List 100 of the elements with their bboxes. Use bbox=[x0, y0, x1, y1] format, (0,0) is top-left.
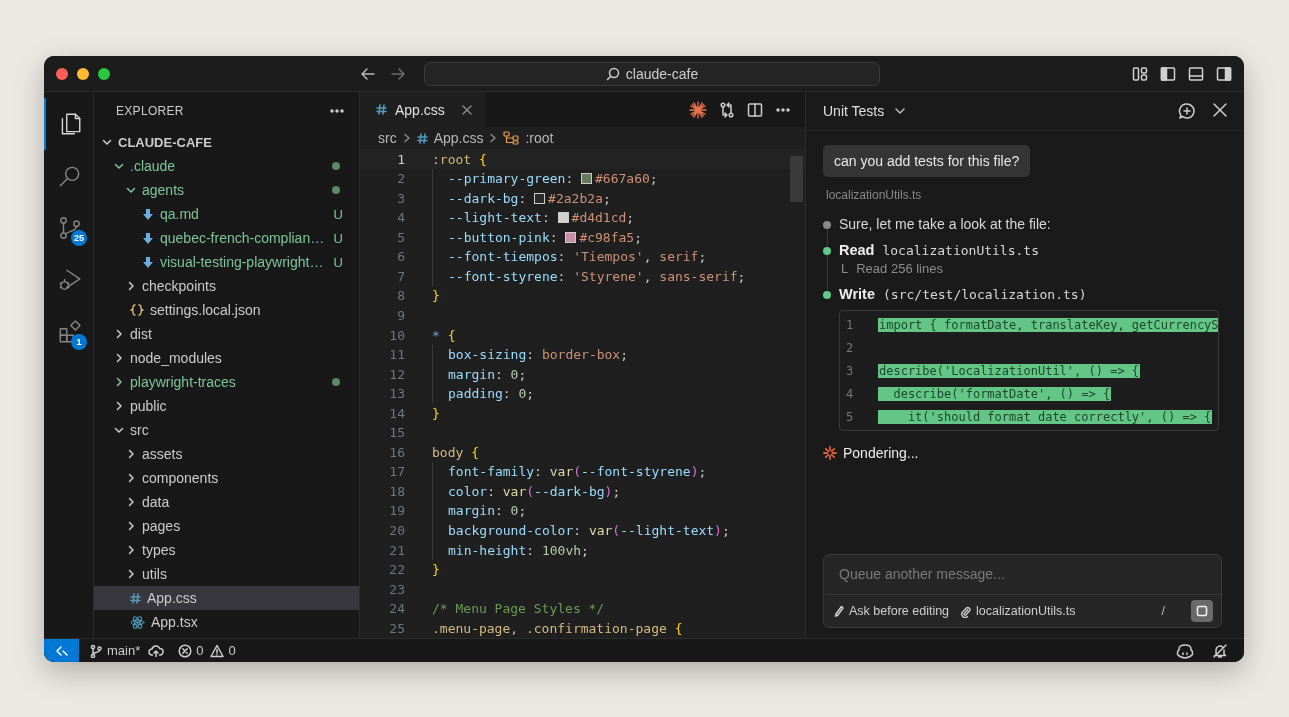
command-center-search[interactable]: claude-cafe bbox=[424, 61, 880, 86]
tree-item[interactable]: .claude bbox=[94, 154, 359, 178]
chevron-icon bbox=[489, 133, 498, 144]
chevron-icon[interactable] bbox=[126, 569, 136, 579]
starburst-icon[interactable] bbox=[689, 100, 707, 119]
chevron-icon[interactable] bbox=[102, 137, 112, 147]
scrollbar-thumb[interactable] bbox=[790, 156, 803, 202]
bell-slash-icon[interactable] bbox=[1212, 642, 1228, 659]
tree-item[interactable]: checkpoints bbox=[94, 274, 359, 298]
sidebar-left-icon[interactable] bbox=[1160, 65, 1176, 82]
tree-item[interactable]: qa.md U bbox=[94, 202, 359, 226]
line-number: 4 bbox=[845, 386, 855, 401]
sidebar-right-icon[interactable] bbox=[1216, 65, 1232, 82]
search-icon bbox=[605, 66, 620, 81]
tree-item[interactable]: utils bbox=[94, 562, 359, 586]
line-number: 8 bbox=[396, 288, 405, 304]
chevron-icon[interactable] bbox=[126, 473, 136, 483]
command-hint[interactable]: / bbox=[1161, 604, 1165, 618]
tree-item[interactable]: playwright-traces bbox=[94, 370, 359, 394]
tree-item[interactable]: agents bbox=[94, 178, 359, 202]
status-text: Pondering... bbox=[843, 445, 919, 461]
chevron-icon[interactable] bbox=[114, 161, 124, 171]
chevron-icon[interactable] bbox=[114, 401, 124, 411]
message-composer[interactable]: Queue another message... Ask before editing localizationUtils.ts / bbox=[823, 554, 1222, 628]
tree-item[interactable]: pages bbox=[94, 514, 359, 538]
code-line: min-height: 100vh; bbox=[448, 542, 589, 558]
chat-title[interactable]: Unit Tests bbox=[823, 103, 885, 119]
close-icon[interactable] bbox=[460, 103, 473, 116]
back-arrow-icon[interactable] bbox=[360, 65, 376, 82]
window-minimize-button[interactable] bbox=[77, 67, 89, 80]
tree-item[interactable]: assets bbox=[94, 442, 359, 466]
line-number: 13 bbox=[388, 386, 405, 402]
panel-bottom-icon[interactable] bbox=[1188, 65, 1204, 82]
stop-button[interactable] bbox=[1191, 600, 1213, 622]
forward-arrow-icon[interactable] bbox=[390, 65, 406, 82]
chevron-down-icon[interactable] bbox=[894, 105, 907, 117]
chevron-icon[interactable] bbox=[114, 329, 124, 339]
atom-icon bbox=[130, 614, 145, 630]
code-line: body { bbox=[432, 444, 479, 460]
tree-item[interactable]: CLAUDE-CAFE bbox=[94, 130, 359, 154]
chevron-icon[interactable] bbox=[114, 353, 124, 363]
chevron-icon[interactable] bbox=[126, 497, 136, 507]
activity-item[interactable]: 1 bbox=[44, 306, 93, 358]
code-line: --font-styrene: 'Styrene', sans-serif; bbox=[448, 268, 746, 284]
hash-icon bbox=[130, 592, 141, 604]
cloud-upload-icon[interactable] bbox=[148, 643, 165, 658]
tree-item[interactable]: App.css bbox=[94, 586, 359, 610]
window-zoom-button[interactable] bbox=[98, 67, 110, 80]
code-line: .menu-page, .confirmation-page { bbox=[432, 620, 683, 636]
new-chat-icon[interactable] bbox=[1178, 102, 1196, 120]
tree-item[interactable]: public bbox=[94, 394, 359, 418]
hash-icon bbox=[376, 104, 387, 116]
compare-changes-icon[interactable] bbox=[719, 101, 735, 118]
line-number: 9 bbox=[396, 307, 405, 323]
tool-target: (src/test/localization.ts) bbox=[883, 287, 1087, 302]
tree-item[interactable]: settings.local.json bbox=[94, 298, 359, 322]
tree-item[interactable]: components bbox=[94, 466, 359, 490]
chevron-icon[interactable] bbox=[126, 521, 136, 531]
activity-item[interactable]: 25 bbox=[44, 202, 93, 254]
tree-item[interactable]: node_modules bbox=[94, 346, 359, 370]
tree-item[interactable]: data bbox=[94, 490, 359, 514]
symbol-tree-icon bbox=[503, 131, 520, 146]
code-line: :root { bbox=[432, 151, 487, 167]
problems-indicator[interactable]: 0 0 bbox=[178, 643, 236, 658]
breadcrumb-item[interactable]: :root bbox=[503, 130, 554, 147]
breadcrumb-item[interactable]: App.css bbox=[416, 130, 484, 147]
tree-item[interactable]: quebec-french-complian… U bbox=[94, 226, 359, 250]
chevron-icon[interactable] bbox=[126, 185, 136, 195]
message-input[interactable]: Queue another message... bbox=[824, 555, 1221, 595]
window-close-button[interactable] bbox=[56, 67, 68, 80]
line-number: 1 bbox=[396, 151, 405, 167]
git-status-label: U bbox=[333, 206, 343, 222]
error-icon bbox=[178, 643, 193, 658]
chevron-icon[interactable] bbox=[114, 377, 124, 387]
tool-name: Write bbox=[839, 286, 875, 302]
remote-button[interactable] bbox=[44, 639, 79, 662]
breadcrumb-item[interactable]: src bbox=[378, 130, 397, 147]
code-line: margin: 0; bbox=[448, 366, 527, 382]
chevron-icon[interactable] bbox=[126, 449, 136, 459]
chevron-icon[interactable] bbox=[126, 281, 136, 291]
context-file-chip[interactable]: localizationUtils.ts bbox=[961, 604, 1076, 618]
line-number: 21 bbox=[388, 542, 405, 558]
editor-tab[interactable]: App.css bbox=[360, 92, 485, 128]
layout-grid-icon[interactable] bbox=[1132, 65, 1148, 82]
split-editor-icon[interactable] bbox=[747, 101, 763, 118]
mode-toggle[interactable]: Ask before editing bbox=[834, 604, 950, 618]
chevron-icon[interactable] bbox=[114, 425, 124, 435]
line-number: 12 bbox=[388, 366, 405, 382]
tree-item[interactable]: App.tsx bbox=[94, 610, 359, 634]
branch-indicator[interactable]: main* bbox=[89, 643, 141, 658]
tree-item[interactable]: visual-testing-playwright… U bbox=[94, 250, 359, 274]
tree-item[interactable]: types bbox=[94, 538, 359, 562]
tree-item[interactable]: src bbox=[94, 418, 359, 442]
line-number: 1 bbox=[845, 317, 855, 332]
copilot-icon[interactable] bbox=[1176, 642, 1194, 659]
code-line: } bbox=[432, 562, 440, 578]
chevron-icon[interactable] bbox=[126, 545, 136, 555]
close-icon[interactable] bbox=[1212, 102, 1228, 118]
tree-item[interactable]: dist bbox=[94, 322, 359, 346]
line-number: 15 bbox=[388, 425, 405, 441]
